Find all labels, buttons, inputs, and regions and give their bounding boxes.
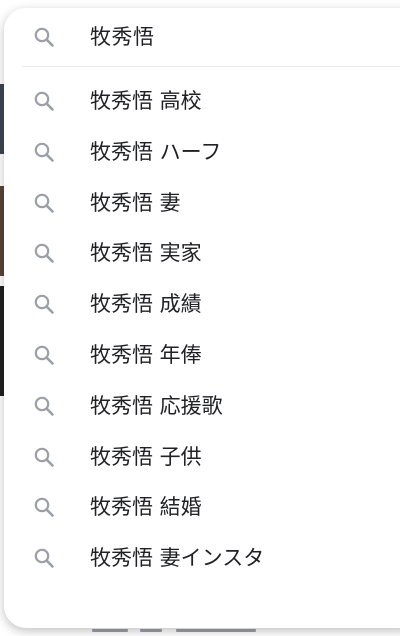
search-suggestions-dropdown: 牧秀悟 牧秀悟 高校 牧秀悟 ハーフ 牧秀悟 妻 牧秀悟 実家 牧秀悟 成績 牧… xyxy=(4,8,400,628)
suggestion-item[interactable]: 牧秀悟 実家 xyxy=(4,228,400,279)
suggestion-list: 牧秀悟 高校 牧秀悟 ハーフ 牧秀悟 妻 牧秀悟 実家 牧秀悟 成績 牧秀悟 年… xyxy=(4,76,400,584)
search-icon xyxy=(32,292,56,316)
suggestion-label: 牧秀悟 子供 xyxy=(90,444,202,469)
suggestion-item[interactable]: 牧秀悟 妻 xyxy=(4,178,400,229)
suggestion-item[interactable]: 牧秀悟 応援歌 xyxy=(4,381,400,432)
search-icon xyxy=(32,191,56,215)
page: 牧秀悟 牧秀悟 高校 牧秀悟 ハーフ 牧秀悟 妻 牧秀悟 実家 牧秀悟 成績 牧… xyxy=(0,0,400,636)
search-icon xyxy=(32,25,56,49)
suggestion-item[interactable]: 牧秀悟 成績 xyxy=(4,279,400,330)
suggestion-label: 牧秀悟 高校 xyxy=(90,89,202,113)
search-box[interactable]: 牧秀悟 xyxy=(4,8,400,66)
suggestion-item[interactable]: 牧秀悟 ハーフ xyxy=(4,127,400,178)
search-icon xyxy=(32,495,56,519)
suggestion-label: 牧秀悟 ハーフ xyxy=(90,139,222,164)
search-divider xyxy=(22,66,400,67)
search-icon xyxy=(32,546,56,570)
suggestion-label: 牧秀悟 結婚 xyxy=(90,495,202,520)
search-icon xyxy=(32,394,56,418)
suggestion-item[interactable]: 牧秀悟 結婚 xyxy=(4,482,400,533)
suggestion-item[interactable]: 牧秀悟 子供 xyxy=(4,432,400,483)
suggestion-item[interactable]: 牧秀悟 妻インスタ xyxy=(4,533,400,584)
suggestion-label: 牧秀悟 成績 xyxy=(90,292,202,317)
suggestion-label: 牧秀悟 年俸 xyxy=(90,342,202,367)
suggestion-label: 牧秀悟 妻 xyxy=(90,190,181,215)
search-icon xyxy=(32,241,56,265)
background-text-fragment xyxy=(0,628,400,636)
suggestion-item[interactable]: 牧秀悟 年俸 xyxy=(4,330,400,381)
search-icon xyxy=(32,89,56,113)
search-icon xyxy=(32,343,56,367)
search-icon xyxy=(32,140,56,164)
suggestion-label: 牧秀悟 妻インスタ xyxy=(90,546,265,571)
suggestion-item[interactable]: 牧秀悟 高校 xyxy=(4,76,400,127)
search-icon xyxy=(32,445,56,469)
suggestion-label: 牧秀悟 実家 xyxy=(90,241,202,266)
search-input[interactable]: 牧秀悟 xyxy=(90,22,155,52)
suggestion-label: 牧秀悟 応援歌 xyxy=(90,393,223,418)
